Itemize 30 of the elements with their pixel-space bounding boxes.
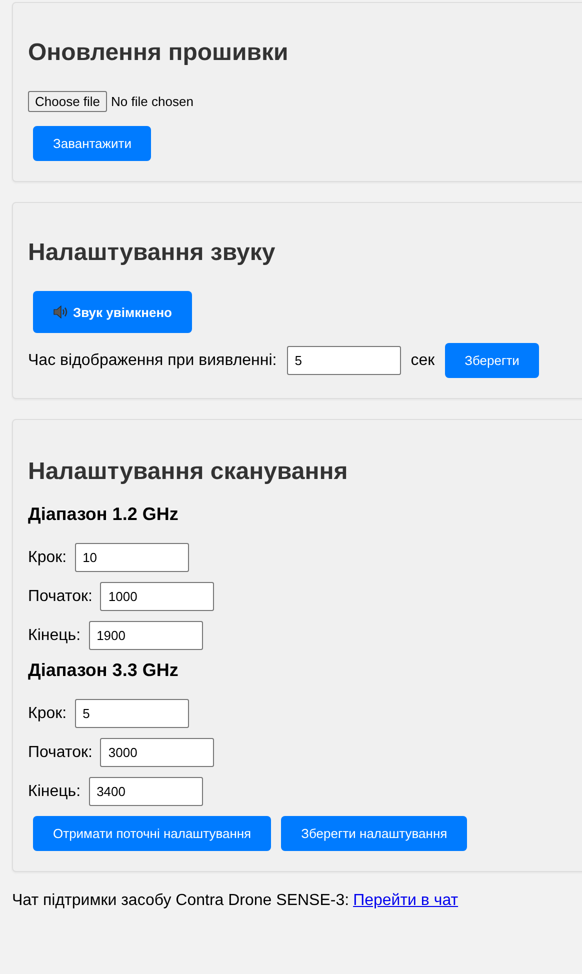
settings-button[interactable]: Отримати поточні налаштування [33,816,272,851]
file-status: No file chosen [111,94,194,109]
input-field[interactable]: 3400 [88,777,203,806]
save-button[interactable]: Зберегти [444,343,540,378]
range-title: Діапазон 1.2 GHz [28,504,178,525]
duration-input[interactable]: 5 [286,346,401,375]
input-field[interactable]: 1000 [100,582,214,611]
field-label: Початок: [28,588,92,606]
field-label: Крок: [28,704,67,722]
section-title: Оновлення прошивки [28,39,288,67]
upload-button[interactable]: Завантажити [33,126,152,161]
unit-label: сек [410,352,435,370]
speaker-icon [53,304,69,320]
range-title: Діапазон 3.3 GHz [28,660,178,681]
field-label: Кінець: [28,782,81,800]
section-title: Налаштування сканування [28,458,348,486]
field-label: Початок: [28,744,92,762]
section-title: Налаштування звуку [28,239,276,267]
settings-button[interactable]: Зберегти налаштування [281,816,468,851]
field-label: Крок: [28,548,67,566]
input-field[interactable]: 3000 [100,738,214,767]
choose-file-button[interactable]: Choose file [28,91,108,112]
input-field[interactable]: 5 [74,699,189,728]
duration-label: Час відображення при виявленні: [28,352,277,370]
sound-toggle-button[interactable]: Звук увімкнено [33,291,192,333]
support-text: Чат підтримки засобу Contra Drone SENSE-3: [12,892,350,909]
input-field[interactable]: 10 [74,543,189,572]
chat-link[interactable]: Перейти в чат [353,892,458,909]
field-label: Кінець: [28,626,81,644]
input-field[interactable]: 1900 [88,621,203,650]
